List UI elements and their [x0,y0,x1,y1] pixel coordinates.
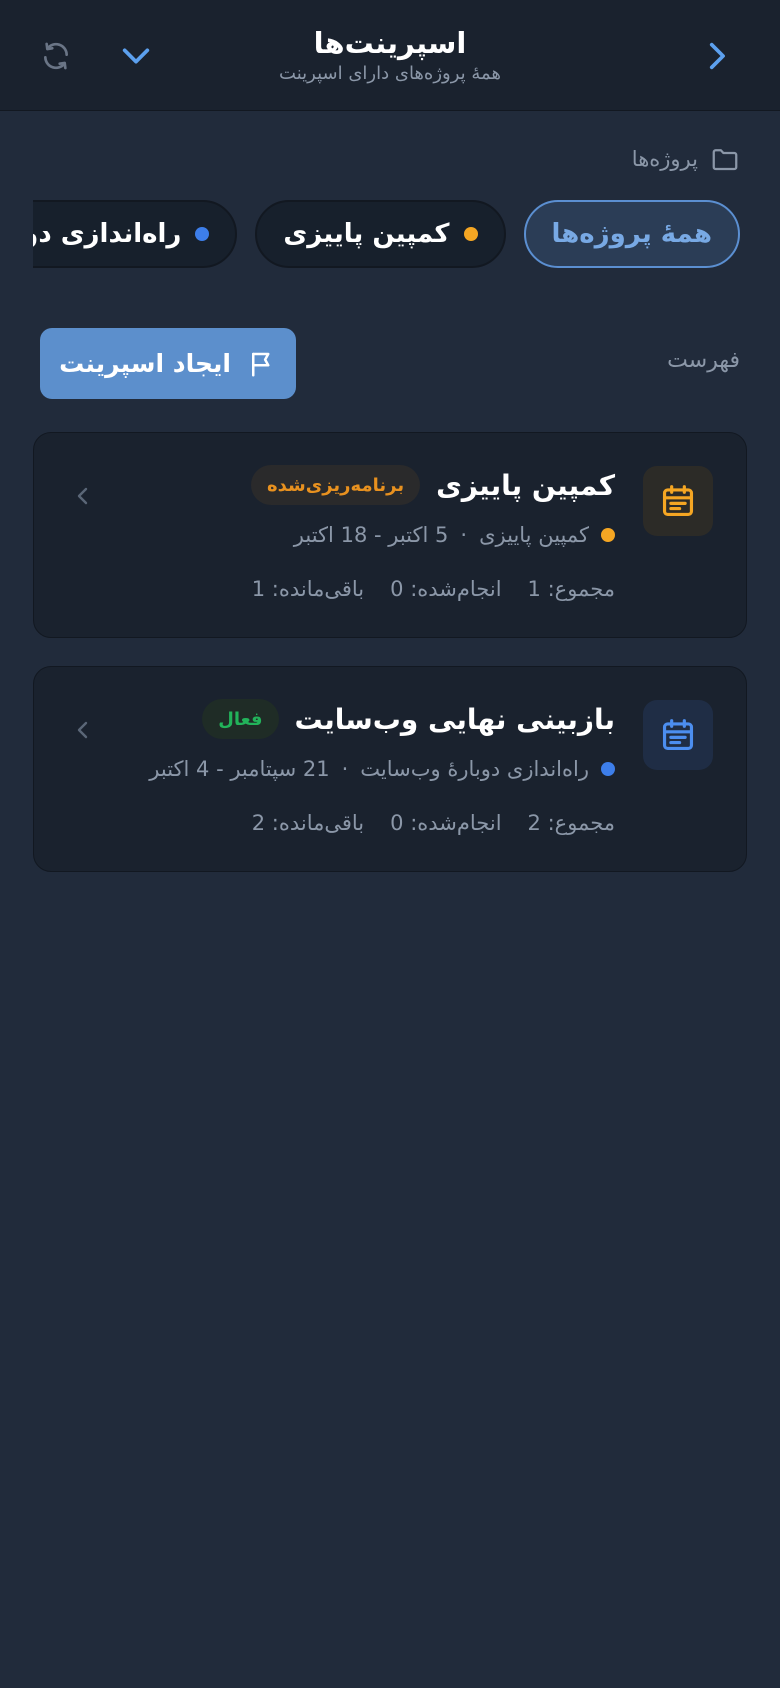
projects-section-label: پروژه‌ها [632,144,740,174]
stat-done: انجام‌شده: 0 [390,577,502,601]
sprint-meta: کمپین پاییزی · 5 اکتبر - 18 اکتبر [294,523,615,547]
expand-button[interactable] [108,28,164,84]
chip-all-projects[interactable]: همهٔ پروژه‌ها [523,200,740,268]
project-color-dot [601,528,615,542]
chevron-left-icon [77,487,88,505]
calendar-icon [662,719,694,751]
sprint-meta: راه‌اندازی دوبارهٔ وب‌سایت · 21 سپتامبر … [149,757,615,781]
meta-separator: · [341,757,349,781]
open-sprint-chevron[interactable] [68,481,98,511]
sprint-project: راه‌اندازی دوبارهٔ وب‌سایت [360,757,589,781]
sprint-title: کمپین پاییزی [436,468,615,502]
sprint-date-range: 21 سپتامبر - 4 اکتبر [149,757,330,781]
sprint-icon-tile [643,466,713,536]
status-badge: برنامه‌ریزی‌شده [251,465,421,505]
project-color-dot [601,762,615,776]
sprint-card[interactable]: بازبینی نهایی وب‌سایت فعال راه‌اندازی دو… [33,666,747,872]
project-filter-chips: همهٔ پروژه‌ها کمپین پاییزی راه‌اندازی دو… [33,200,740,272]
sprint-project: کمپین پاییزی [479,523,589,547]
stat-done: انجام‌شده: 0 [390,811,502,835]
sprint-title-row: کمپین پاییزی برنامه‌ریزی‌شده [251,465,615,505]
stat-total: مجموع: 1 [527,577,615,601]
stat-total: مجموع: 2 [527,811,615,835]
sprint-stats: مجموع: 2 انجام‌شده: 0 باقی‌مانده: 2 [252,811,615,835]
refresh-button[interactable] [28,28,84,84]
sprint-title-row: بازبینی نهایی وب‌سایت فعال [202,699,615,739]
chip-label: راه‌اندازی دوبارهٔ وب‌سایت [33,219,182,249]
create-sprint-label: ایجاد اسپرینت [59,349,231,378]
status-badge: فعال [202,699,279,739]
create-sprint-button[interactable]: ایجاد اسپرینت [40,328,296,399]
project-color-dot [463,227,478,241]
sprint-card[interactable]: کمپین پاییزی برنامه‌ریزی‌شده کمپین پاییز… [33,432,747,638]
top-app-bar: اسپرینت‌ها همهٔ پروژه‌های دارای اسپرینت [0,0,780,111]
open-sprint-chevron[interactable] [68,715,98,745]
flag-icon [251,352,270,376]
stat-remaining: باقی‌مانده: 1 [251,577,365,601]
calendar-icon [662,485,694,517]
sprint-stats: مجموع: 1 انجام‌شده: 0 باقی‌مانده: 1 [252,577,615,601]
chevron-down-icon [122,48,150,64]
chip-label: همهٔ پروژه‌ها [551,219,712,249]
projects-label-text: پروژه‌ها [631,147,698,171]
chip-website-relaunch[interactable]: راه‌اندازی دوبارهٔ وب‌سایت [33,200,238,268]
sprint-date-range: 5 اکتبر - 18 اکتبر [293,523,449,547]
chevron-left-icon [77,721,88,739]
sprint-title: بازبینی نهایی وب‌سایت [294,702,615,736]
stat-remaining: باقی‌مانده: 2 [251,811,365,835]
folder-icon [712,149,738,171]
refresh-icon [44,42,68,70]
meta-separator: · [460,523,468,547]
chip-autumn-campaign[interactable]: کمپین پاییزی [255,200,506,268]
project-color-dot [195,227,210,241]
list-label: فهرست [667,348,740,373]
chip-label: کمپین پاییزی [283,219,450,249]
sprint-icon-tile [643,700,713,770]
